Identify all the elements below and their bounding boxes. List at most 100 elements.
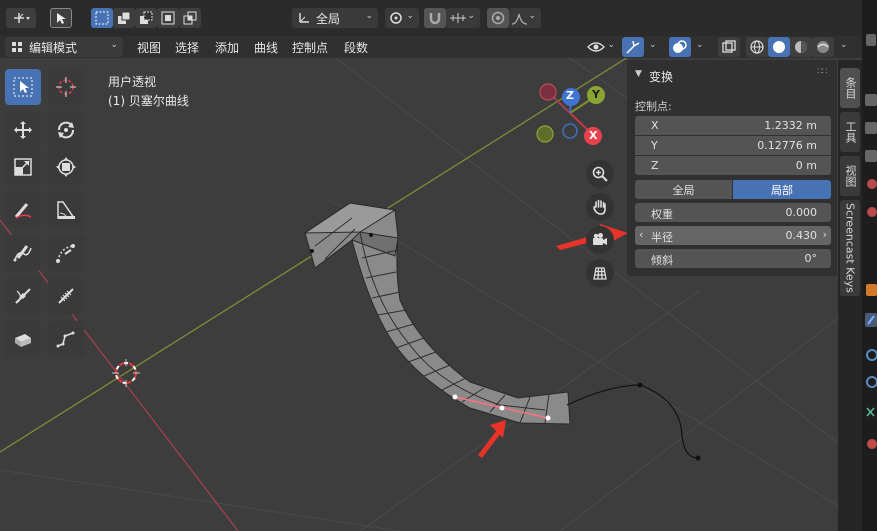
curve-tube-mesh[interactable] <box>303 202 571 425</box>
select-new-button[interactable] <box>91 8 113 28</box>
tilt-field[interactable]: 倾斜 0° <box>635 249 831 268</box>
snap-toggle-button[interactable] <box>424 8 446 28</box>
increment-arrow-icon[interactable]: › <box>823 228 827 241</box>
pivot-icon <box>390 12 402 24</box>
weight-value: 0.000 <box>785 206 818 219</box>
wireframe-shading-button[interactable] <box>746 37 768 57</box>
render-icon[interactable] <box>862 90 877 110</box>
tab-screencast-keys[interactable]: Screencast Keys <box>840 200 860 296</box>
output-icon[interactable] <box>862 118 877 138</box>
transform-icon <box>56 157 76 177</box>
overlay-toggle-button[interactable] <box>669 37 691 57</box>
select-subtract-icon <box>140 11 153 24</box>
xray-toggle-button[interactable] <box>718 37 740 57</box>
pivot-point-dropdown[interactable]: ⌄ <box>385 8 419 28</box>
select-invert-icon <box>161 11 175 25</box>
bezier-control-point[interactable] <box>637 382 643 388</box>
rotate-tool[interactable] <box>48 112 84 148</box>
select-mode-button[interactable] <box>50 8 72 28</box>
move-tool[interactable] <box>5 112 41 148</box>
3d-viewport[interactable]: Z Y X 用户透视 (1) 贝塞尔曲线 ▼ 变换 ∷∷ 控制点: X 1.23… <box>0 0 862 531</box>
pan-button[interactable] <box>586 193 614 221</box>
camera-view-button[interactable] <box>586 226 614 254</box>
transform-tool[interactable] <box>48 149 84 185</box>
snap-target-dropdown[interactable]: ⌄ <box>446 8 480 28</box>
constraints-icon[interactable] <box>862 402 877 422</box>
particles-icon[interactable] <box>862 345 877 365</box>
select-invert-button[interactable] <box>157 8 179 28</box>
local-toggle-button[interactable]: 局部 <box>733 180 831 199</box>
shading-dropdown-caret-icon[interactable]: ⌄ <box>840 40 848 50</box>
select-extend-button[interactable] <box>113 8 135 28</box>
tab-tool[interactable]: 工具 <box>840 112 860 152</box>
tab-item[interactable]: 条目 <box>840 68 860 108</box>
annotate-tool[interactable] <box>5 192 41 228</box>
collapse-triangle-icon[interactable]: ▼ <box>635 69 642 79</box>
proportional-edit-button[interactable] <box>487 8 509 28</box>
handle-left-point[interactable] <box>452 394 458 400</box>
modifier-icon[interactable] <box>862 310 877 330</box>
bezier-handle-point[interactable] <box>695 455 701 461</box>
menu-select[interactable]: 选择 <box>175 39 199 55</box>
zoom-button[interactable] <box>586 160 614 188</box>
falloff-dropdown[interactable]: ⌄ <box>509 8 541 28</box>
object-icon[interactable] <box>862 280 877 300</box>
transform-panel-title[interactable]: 变换 <box>649 68 673 85</box>
world-icon[interactable] <box>862 202 877 222</box>
global-toggle-button[interactable]: 全局 <box>635 180 732 199</box>
select-intersect-icon <box>183 11 197 25</box>
visibility-dropdown[interactable]: ⌄ <box>584 37 620 57</box>
gizmo-x-label: X <box>589 129 598 142</box>
solid-shading-button[interactable] <box>768 37 790 57</box>
proportional-edit-icon <box>491 11 505 25</box>
transform-orientation-dropdown[interactable]: 全局 ⌄ <box>292 8 378 28</box>
tilt-tool[interactable] <box>5 278 41 314</box>
weight-field[interactable]: 权重 0.000 <box>635 203 831 222</box>
zoom-icon <box>592 166 608 182</box>
drag-handle-icon[interactable]: ∷∷ <box>817 67 828 77</box>
cursor-tool[interactable] <box>48 69 84 105</box>
data-icon[interactable] <box>862 434 877 454</box>
decrement-arrow-icon[interactable]: ‹ <box>639 228 643 241</box>
material-shading-button[interactable] <box>790 37 812 57</box>
tool-icon[interactable] <box>862 30 877 50</box>
scale-tool[interactable] <box>5 149 41 185</box>
randomize-tool[interactable] <box>48 321 84 357</box>
editor-type-button[interactable] <box>6 8 36 28</box>
bezier-curve-path[interactable] <box>566 384 699 459</box>
select-box-tool[interactable] <box>5 69 41 105</box>
physics-icon[interactable] <box>862 372 877 392</box>
z-value: 0 m <box>795 159 817 172</box>
gizmo-toggle-button[interactable] <box>622 37 644 57</box>
menu-add[interactable]: 添加 <box>215 39 239 55</box>
extrude-tool[interactable] <box>5 321 41 357</box>
measure-tool[interactable] <box>48 192 84 228</box>
tilt-label: 倾斜 <box>651 254 673 267</box>
control-point-label: 控制点: <box>635 100 672 113</box>
pen-tool[interactable] <box>48 235 84 271</box>
axes-editor-icon <box>14 13 30 23</box>
menu-segments[interactable]: 段数 <box>344 39 368 55</box>
select-subtract-button[interactable] <box>135 8 157 28</box>
y-field[interactable]: Y 0.12776 m <box>635 136 831 155</box>
z-field[interactable]: Z 0 m <box>635 156 831 175</box>
menu-curve[interactable]: 曲线 <box>254 39 278 55</box>
radius-tool[interactable] <box>48 278 84 314</box>
draw-tool[interactable] <box>5 235 41 271</box>
view-layer-icon[interactable] <box>862 146 877 166</box>
scene-icon[interactable] <box>862 174 877 194</box>
menu-view[interactable]: 视图 <box>137 39 161 55</box>
ortho-toggle-button[interactable] <box>586 259 614 287</box>
mode-dropdown[interactable]: 编辑模式 ⌄ <box>5 37 123 57</box>
y-label: Y <box>651 139 658 152</box>
overlay-dropdown-caret-icon[interactable]: ⌄ <box>696 40 704 50</box>
select-intersect-button[interactable] <box>179 8 201 28</box>
x-field[interactable]: X 1.2332 m <box>635 116 831 135</box>
radius-field[interactable]: ‹ 半径 0.430 › <box>635 226 831 245</box>
selected-control-point[interactable] <box>499 405 505 411</box>
handle-right-point[interactable] <box>545 415 551 421</box>
menu-control-points[interactable]: 控制点 <box>292 39 328 55</box>
rendered-shading-button[interactable] <box>812 37 834 57</box>
tab-view[interactable]: 视图 <box>840 156 860 196</box>
gizmo-dropdown-caret-icon[interactable]: ⌄ <box>649 40 657 50</box>
